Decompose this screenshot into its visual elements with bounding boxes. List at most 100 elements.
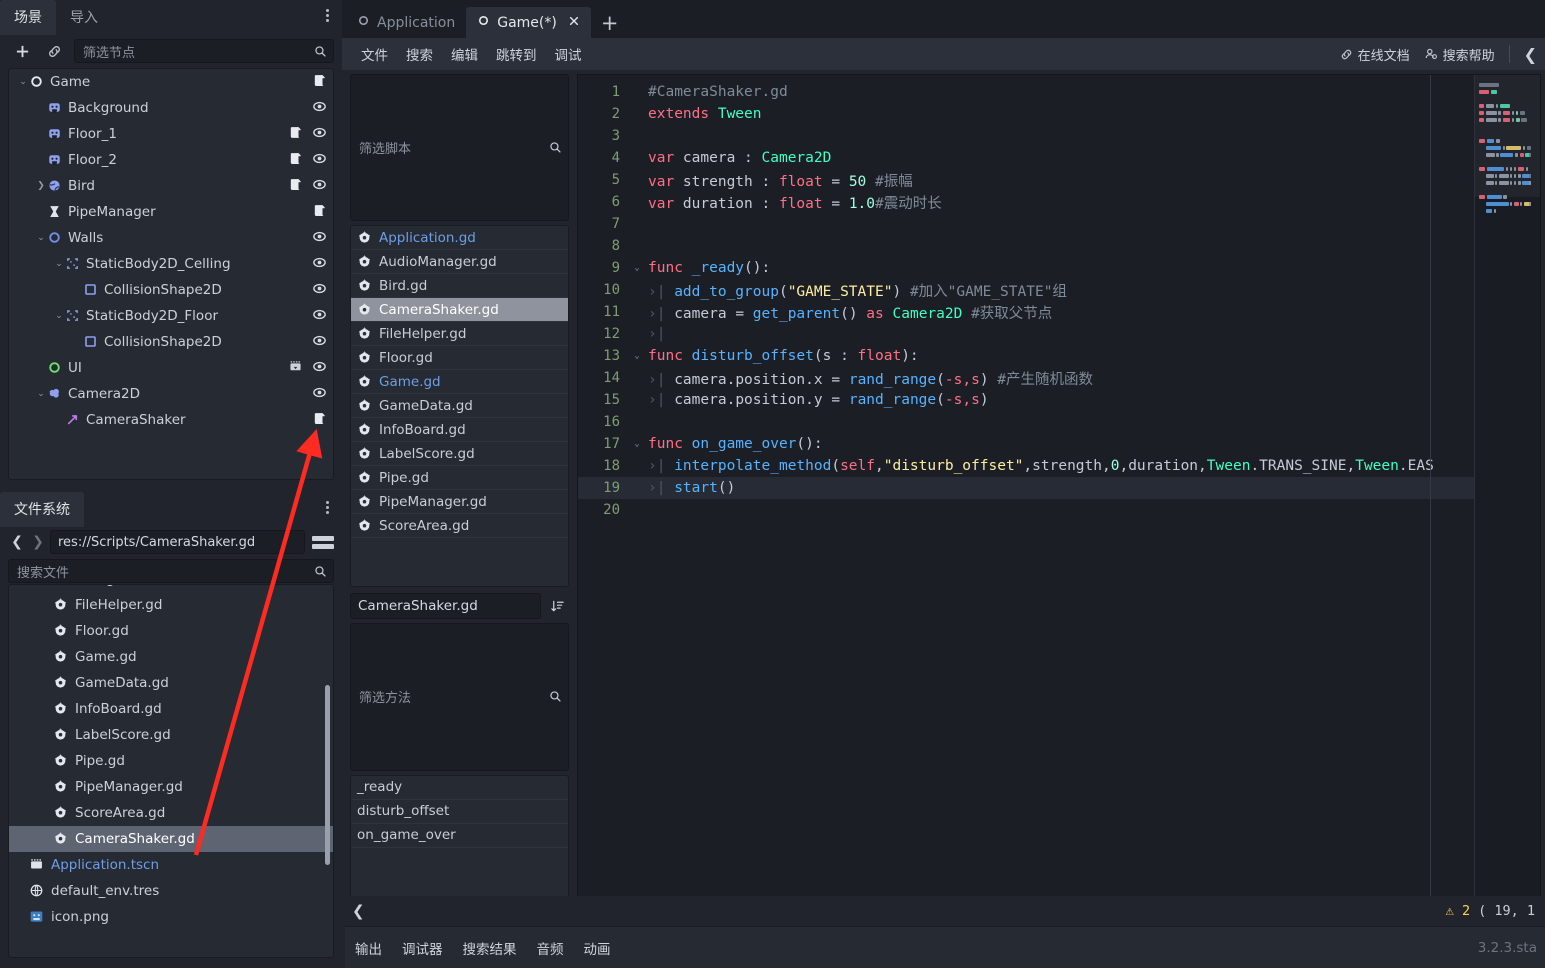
scene-tree-item-ui[interactable]: UI [9,355,333,381]
script-list-item-pipemanager-gd[interactable]: PipeManager.gd [351,490,568,515]
filesystem-file-list[interactable]: Bird.gd FileHelper.gd Floor.gd Game.gd GameD… [8,584,334,958]
code-line[interactable]: 1 #CameraShaker.gd [578,81,1540,103]
filesystem-path-input[interactable]: res://Scripts/CameraShaker.gd [50,530,305,554]
filesystem-dock-menu-icon[interactable] [320,499,334,519]
close-icon[interactable] [568,15,580,31]
new-scene-tab-button[interactable]: + [591,13,629,38]
file-search-input[interactable]: 搜索文件 [8,559,334,583]
code-line[interactable]: 9 ⌄ func _ready(): [578,257,1540,279]
scene-tree-item-bird[interactable]: ❯ Bird [9,173,333,199]
nav-back-button[interactable]: ❮ [8,530,26,554]
warning-icon[interactable]: ⚠ [1446,903,1454,919]
filesystem-item-bird-gd[interactable]: Bird.gd [9,585,333,592]
bottom-tab-search-results[interactable]: 搜索结果 [453,934,527,962]
filesystem-item-pipemanager-gd[interactable]: PipeManager.gd [9,774,333,800]
code-fold-toggle[interactable]: ⌄ [630,351,644,361]
script-list-item-scorearea-gd[interactable]: ScoreArea.gd [351,514,568,539]
filesystem-item-application-tscn[interactable]: Application.tscn [9,852,333,878]
code-line[interactable]: 14 ›| camera.position.x = rand_range(-s,s… [578,367,1540,389]
node-visibility-icon[interactable] [312,177,327,196]
code-line[interactable]: 15 ›| camera.position.y = rand_range(-s,s… [578,389,1540,411]
code-line[interactable]: 8 [578,235,1540,257]
code-line[interactable]: 7 [578,213,1540,235]
tree-expander[interactable]: ⌄ [35,233,47,243]
scene-tree-item-pipemanager[interactable]: PipeManager [9,199,333,225]
scene-tree-item-game[interactable]: ⌄ Game [9,69,333,95]
method-list-item-ready[interactable]: _ready [351,776,568,800]
search-help-button[interactable]: 搜索帮助 [1424,45,1495,64]
filesystem-item-labelscore-gd[interactable]: LabelScore.gd [9,722,333,748]
script-list-item-filehelper-gd[interactable]: FileHelper.gd [351,322,568,347]
node-script-icon[interactable] [312,203,327,222]
scene-tree-item-collisionshape2d[interactable]: CollisionShape2D [9,277,333,303]
code-line[interactable]: 18 ›| interpolate_method(self,"disturb_of… [578,455,1540,477]
node-filter-input[interactable]: 筛选节点 [74,39,334,63]
filesystem-item-game-gd[interactable]: Game.gd [9,644,333,670]
tree-expander[interactable]: ⌄ [53,259,65,269]
script-list-item-game-gd[interactable]: Game.gd [351,370,568,395]
menu-edit[interactable]: 编辑 [442,40,487,68]
filesystem-item-icon-png[interactable]: icon.png [9,904,333,930]
filesystem-item-scorearea-gd[interactable]: ScoreArea.gd [9,800,333,826]
method-list-item-disturb_offset[interactable]: disturb_offset [351,800,568,824]
code-line[interactable]: 11 ›| camera = get_parent() as Camera2D #… [578,301,1540,323]
menu-search[interactable]: 搜索 [397,40,442,68]
script-list-item-bird-gd[interactable]: Bird.gd [351,274,568,299]
scene-tree-item-staticbody2d-floor[interactable]: ⌄ StaticBody2D_Floor [9,303,333,329]
bottom-tab-debugger[interactable]: 调试器 [392,934,453,962]
script-list[interactable]: Application.gd AudioManager.gd Bird.gd Came… [350,225,569,588]
code-fold-toggle[interactable]: ⌄ [630,263,644,273]
bottom-tab-audio[interactable]: 音频 [527,934,574,962]
node-visibility-icon[interactable] [312,255,327,274]
code-editor[interactable]: 1 #CameraShaker.gd 2 extends Tween 3 4 var cam… [577,74,1541,926]
node-visibility-icon[interactable] [312,125,327,144]
code-line[interactable]: 3 [578,125,1540,147]
scene-tree[interactable]: ⌄ Game Background Floor_1 Floor_2 ❯ Bird PipeMa… [8,68,334,480]
node-visibility-icon[interactable] [312,229,327,248]
node-visibility-icon[interactable] [312,333,327,352]
sort-icon[interactable] [545,594,569,618]
scene-tree-item-background[interactable]: Background [9,95,333,121]
bottom-tab-output[interactable]: 输出 [345,934,392,962]
filesystem-item-floor-gd[interactable]: Floor.gd [9,618,333,644]
script-list-item-camerashaker-gd[interactable]: CameraShaker.gd [351,298,568,323]
scene-tree-item-camerashaker[interactable]: CameraShaker [9,407,333,433]
code-line[interactable]: 13 ⌄ func disturb_offset(s : float): [578,345,1540,367]
tab-filesystem[interactable]: 文件系统 [0,492,84,527]
collapse-panel-button[interactable]: ❮ [1524,45,1537,64]
script-list-item-floor-gd[interactable]: Floor.gd [351,346,568,371]
canvas-icon-icon[interactable] [288,359,303,378]
node-script-icon[interactable] [288,125,303,144]
code-line[interactable]: 12 ›| [578,323,1540,345]
filesystem-item-pipe-gd[interactable]: Pipe.gd [9,748,333,774]
code-line[interactable]: 19 ›| start() [578,477,1540,499]
scene-tree-item-walls[interactable]: ⌄ Walls [9,225,333,251]
code-line[interactable]: 4 var camera : Camera2D [578,147,1540,169]
node-visibility-icon[interactable] [312,151,327,170]
node-script-icon[interactable] [288,151,303,170]
node-visibility-icon[interactable] [312,359,327,378]
code-line[interactable]: 5 var strength : float = 50 #振幅 [578,169,1540,191]
tree-expander[interactable]: ⌄ [17,77,29,87]
filesystem-scrollbar[interactable] [325,685,330,865]
script-list-item-labelscore-gd[interactable]: LabelScore.gd [351,442,568,467]
tree-expander[interactable]: ❯ [35,181,47,191]
script-filter-input[interactable]: 筛选脚本 [350,74,569,222]
node-script-icon[interactable] [312,73,327,92]
node-visibility-icon[interactable] [312,385,327,404]
code-minimap[interactable] [1474,75,1540,925]
scene-tree-item-floor-1[interactable]: Floor_1 [9,121,333,147]
tree-expander[interactable]: ⌄ [53,311,65,321]
add-node-button[interactable] [10,40,34,62]
script-list-item-gamedata-gd[interactable]: GameData.gd [351,394,568,419]
filesystem-item-infoboard-gd[interactable]: InfoBoard.gd [9,696,333,722]
script-list-item-pipe-gd[interactable]: Pipe.gd [351,466,568,491]
script-list-item-application-gd[interactable]: Application.gd [351,226,568,251]
scene-tree-item-floor-2[interactable]: Floor_2 [9,147,333,173]
nav-forward-button[interactable]: ❯ [29,530,47,554]
scene-dock-menu-icon[interactable] [320,7,334,27]
scene-tree-item-camera2d[interactable]: ⌄ Camera2D [9,381,333,407]
node-visibility-icon[interactable] [312,281,327,300]
link-icon[interactable] [42,40,66,62]
filesystem-item-gamedata-gd[interactable]: GameData.gd [9,670,333,696]
